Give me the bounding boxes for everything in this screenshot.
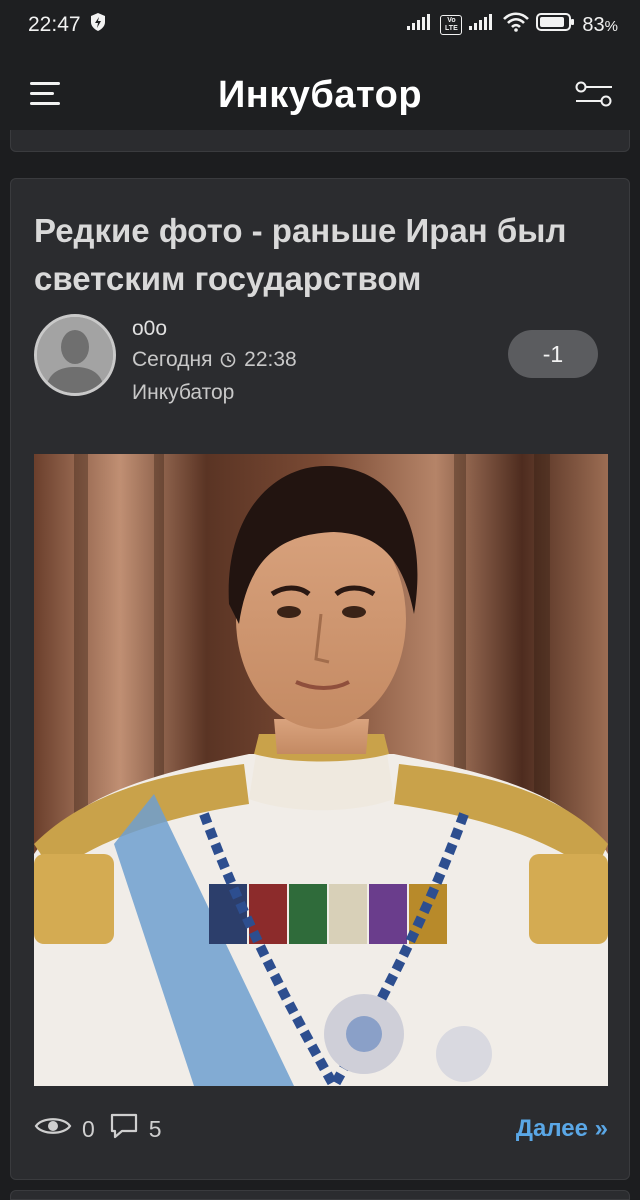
post-footer: 0 5 Далее » (34, 1109, 608, 1149)
volte-top-label: Vo (447, 17, 456, 24)
eye-icon (34, 1114, 72, 1144)
signal-icon (406, 13, 434, 37)
volte-icon: Vo LTE (440, 15, 463, 35)
wifi-icon (502, 12, 530, 38)
avatar[interactable] (34, 314, 116, 396)
shield-bolt-icon (89, 12, 107, 38)
comments-count: 5 (148, 1115, 162, 1142)
user-silhouette-icon (37, 317, 113, 393)
post-image[interactable] (34, 454, 608, 1086)
hamburger-menu-icon[interactable] (28, 80, 62, 108)
battery-percent: 83% (582, 14, 618, 37)
status-time: 22:47 (28, 13, 81, 36)
status-right: Vo LTE 83% (406, 12, 618, 38)
app-bar: Инкубатор (0, 50, 640, 140)
battery-value: 83 (582, 13, 605, 36)
post-time: 22:38 (244, 348, 297, 371)
battery-icon (536, 12, 576, 38)
clock-icon (220, 346, 236, 377)
filter-sliders-icon[interactable] (574, 80, 614, 108)
post-datetime: Сегодня 22:38 (132, 344, 297, 377)
status-bar: 22:47 Vo LTE 83% (0, 0, 640, 50)
volte-bottom-label: LTE (445, 25, 458, 32)
views-count: 0 (82, 1115, 95, 1142)
read-more-link[interactable]: Далее » (516, 1115, 608, 1143)
next-post-card (10, 1190, 630, 1200)
status-left: 22:47 (28, 12, 107, 38)
previous-post-card (10, 130, 630, 152)
comment-icon (109, 1112, 139, 1146)
comments-stat[interactable]: 5 (109, 1112, 162, 1146)
rating-badge[interactable]: -1 (508, 330, 598, 378)
views-stat: 0 (34, 1114, 95, 1144)
app-title: Инкубатор (217, 73, 423, 116)
post-card: Редкие фото - раньше Иран был светским г… (10, 178, 630, 1180)
battery-unit: % (604, 17, 618, 35)
post-title[interactable]: Редкие фото - раньше Иран был светским г… (34, 207, 614, 303)
post-date: Сегодня (132, 348, 213, 371)
author-name[interactable]: o0o (132, 313, 297, 344)
portrait-photo (34, 454, 608, 1086)
signal-icon (468, 13, 496, 37)
post-meta: o0o Сегодня 22:38 Инкубатор (132, 313, 297, 408)
post-category[interactable]: Инкубатор (132, 377, 297, 408)
